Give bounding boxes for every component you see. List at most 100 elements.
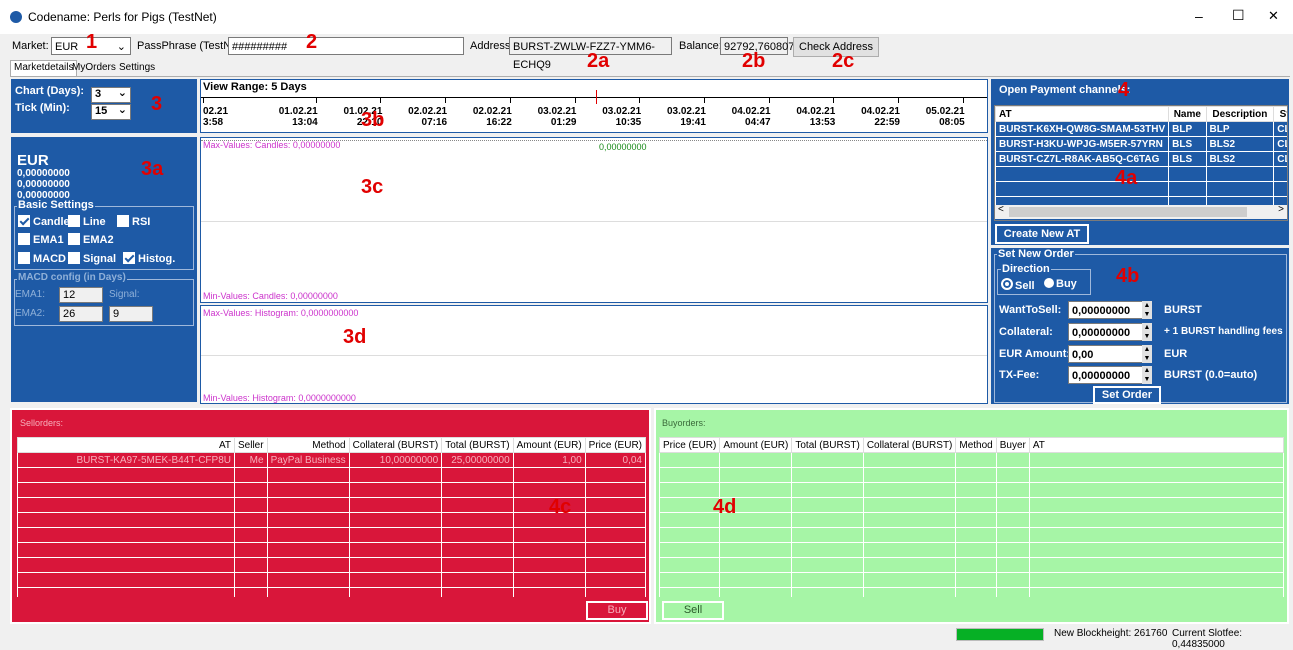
line-checkbox[interactable]: Line: [68, 215, 106, 228]
tick-date: 04.02.21: [861, 106, 900, 117]
table-row: [659, 497, 1284, 513]
tab-marketdetails[interactable]: Marketdetails: [10, 60, 78, 77]
sell-header-at[interactable]: AT: [17, 437, 235, 453]
table-row: [659, 512, 1284, 528]
tick-time: 17:1: [979, 117, 987, 128]
want-input[interactable]: 0,00000000: [1068, 301, 1152, 319]
sell-header-method[interactable]: Method: [266, 437, 350, 453]
buy-button[interactable]: Buy: [586, 601, 648, 620]
scroll-left-icon[interactable]: <: [998, 204, 1004, 215]
channels-hscrollbar[interactable]: < >: [995, 204, 1287, 219]
want-spinner[interactable]: ▲ ▼: [1142, 301, 1152, 319]
sell-header-seller[interactable]: Seller: [233, 437, 268, 453]
table-row: [659, 557, 1284, 573]
sell-header-collateral[interactable]: Collateral (BURST): [348, 437, 443, 453]
tick-date: 01.02.21: [278, 106, 318, 117]
tab-settings[interactable]: Settings: [119, 62, 155, 73]
indicator-panel: EUR 0,00000000 0,00000000 0,00000000 3a …: [11, 137, 197, 402]
cell-name: BLP: [1168, 121, 1207, 137]
candles-midline: [201, 221, 987, 222]
tx-fee-spinner[interactable]: ▲ ▼: [1142, 366, 1152, 384]
ema1-checkbox[interactable]: EMA1: [18, 233, 64, 246]
collateral-unit: + 1 BURST handling fees: [1164, 326, 1283, 337]
signal-checkbox[interactable]: Signal: [68, 252, 116, 265]
minimize-button[interactable]: –: [1195, 8, 1203, 24]
sell-button[interactable]: Sell: [662, 601, 724, 620]
timeline-tick-label: 04.02.21 13:53: [785, 106, 835, 128]
tab-content-border: [10, 76, 1290, 77]
currency-name: EUR: [17, 152, 49, 169]
new-order-panel: Set New Order Direction Sell Buy 4b Want…: [991, 248, 1289, 404]
rsi-checkbox[interactable]: RSI: [117, 215, 150, 228]
histog-checkbox[interactable]: Histog.: [123, 252, 175, 265]
days-select[interactable]: 3 ⌄: [91, 87, 131, 103]
buy-radio[interactable]: Buy: [1044, 278, 1077, 290]
macd-signal-input[interactable]: 9: [109, 306, 153, 322]
buy-header-buyer[interactable]: Buyer: [995, 437, 1030, 453]
sell-header-price[interactable]: Price (EUR): [584, 437, 646, 453]
timeline-tick-label: 05.0217:1: [979, 106, 987, 128]
buyorders-table: Price (EUR) Amount (EUR) Total (BURST) C…: [659, 437, 1284, 597]
scroll-right-icon[interactable]: >: [1278, 204, 1284, 215]
set-order-button[interactable]: Set Order: [1093, 386, 1161, 404]
tick-date: 02.02.21: [408, 106, 448, 117]
tick-date: 04.02.21: [731, 106, 771, 117]
buy-header-total[interactable]: Total (BURST): [791, 437, 864, 453]
table-row[interactable]: BURST-H3KU-WPJG-M5ER-57YRNBLSBLS2CLO: [995, 136, 1287, 152]
timeline-tick-label: 02.02.21 16:22: [462, 106, 512, 128]
tick-time: 3:58: [203, 117, 224, 128]
cell-name: BLS: [1168, 151, 1207, 167]
app-icon: [10, 11, 22, 23]
buy-header-collateral[interactable]: Collateral (BURST): [862, 437, 957, 453]
close-button[interactable]: ✕: [1268, 8, 1279, 24]
direction-title: Direction: [1001, 263, 1051, 275]
macd-ema1-input[interactable]: 12: [59, 287, 103, 303]
macd-checkbox[interactable]: MACD: [18, 252, 66, 265]
buy-header-method[interactable]: Method: [955, 437, 997, 453]
buy-header-price[interactable]: Price (EUR): [659, 437, 721, 453]
eur-amount-label: EUR Amount:: [999, 348, 1071, 360]
annotation-4a: 4a: [1115, 167, 1138, 189]
timeline-tick: [703, 97, 705, 103]
eur-amount-spinner[interactable]: ▲ ▼: [1142, 345, 1152, 363]
buy-header-at[interactable]: AT: [1028, 437, 1284, 453]
maximize-button[interactable]: ☐: [1232, 7, 1245, 24]
tx-fee-unit: BURST (0.0=auto): [1164, 369, 1258, 381]
collateral-spinner[interactable]: ▲ ▼: [1142, 323, 1152, 341]
table-row: [17, 527, 646, 543]
channels-header-status[interactable]: Stat: [1273, 106, 1287, 122]
tx-fee-input[interactable]: 0,00000000: [1068, 366, 1152, 384]
table-row[interactable]: BURST-K6XH-QW8G-SMAM-53THVBLPBLPCLO: [995, 121, 1287, 137]
balance-label: Balance:: [679, 40, 722, 52]
collateral-input[interactable]: 0,00000000: [1068, 323, 1152, 341]
timeline-tick: [203, 97, 204, 103]
scroll-thumb[interactable]: [1009, 207, 1247, 217]
buy-header-amount[interactable]: Amount (EUR): [719, 437, 793, 453]
channels-header-name[interactable]: Name: [1168, 106, 1207, 122]
tick-time: 13:53: [809, 117, 836, 128]
checkbox-icon: [68, 252, 80, 264]
annotation-3c: 3c: [361, 176, 384, 198]
tick-date: 03.02.21: [537, 106, 577, 117]
tick-select[interactable]: 15 ⌄: [91, 104, 131, 120]
table-row[interactable]: BURST-KA97-5MEK-B44T-CFP8U Me PayPal Bus…: [17, 452, 646, 468]
basic-settings-group: Basic Settings Candles Line RSI EMA1 EMA…: [14, 199, 194, 270]
checkbox-icon: [117, 215, 129, 227]
buyorders-panel: Buyorders: Price (EUR) Amount (EUR) Tota…: [654, 408, 1289, 624]
sell-header-amount[interactable]: Amount (EUR): [512, 437, 586, 453]
tab-myorders[interactable]: MyOrders: [72, 62, 116, 73]
sell-radio[interactable]: Sell: [1001, 278, 1035, 292]
annotation-2: 2: [306, 31, 318, 53]
sell-header-total[interactable]: Total (BURST): [441, 437, 514, 453]
chevron-down-icon: ⌄: [116, 41, 126, 53]
passphrase-input[interactable]: #########: [228, 37, 464, 55]
channels-header-at[interactable]: AT: [995, 106, 1170, 122]
annotation-3: 3: [151, 93, 163, 115]
create-new-at-button[interactable]: Create New AT: [995, 224, 1089, 244]
eur-amount-input[interactable]: 0,00: [1068, 345, 1152, 363]
table-row[interactable]: BURST-CZ7L-R8AK-AB5Q-C6TAGBLSBLS2CLO: [995, 151, 1287, 167]
macd-ema2-input[interactable]: 26: [59, 306, 103, 322]
ema2-checkbox[interactable]: EMA2: [68, 233, 114, 246]
channels-header-description[interactable]: Description: [1205, 106, 1275, 122]
tick-label: Tick (Min):: [15, 102, 70, 114]
